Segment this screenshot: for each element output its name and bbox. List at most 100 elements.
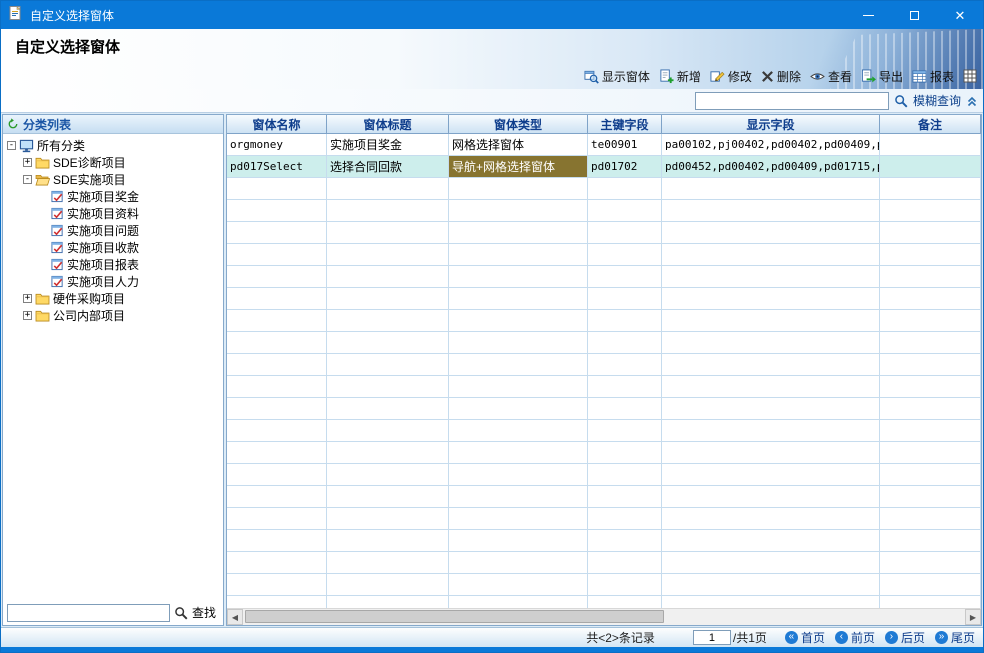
grid-empty-row[interactable] xyxy=(227,596,981,608)
grid-cell[interactable]: 选择合同回款 xyxy=(327,156,449,178)
grid-cell[interactable]: pd00452,pd00402,pd00409,pd01715,pd01 xyxy=(662,156,880,178)
scrollbar-thumb[interactable] xyxy=(245,610,664,623)
window-title: 自定义选择窗体 xyxy=(30,7,114,24)
grid-cell xyxy=(662,178,880,200)
grid-cell[interactable]: orgmoney xyxy=(227,134,327,156)
grid-icon xyxy=(963,69,977,83)
maximize-button[interactable] xyxy=(891,1,937,29)
grid-empty-row[interactable] xyxy=(227,442,981,464)
search-input[interactable] xyxy=(695,92,889,110)
report-button[interactable]: 报表 xyxy=(912,68,954,85)
tree-expander-icon[interactable]: - xyxy=(23,175,32,184)
grid-cell xyxy=(662,574,880,596)
find-icon[interactable] xyxy=(174,606,188,620)
tree-item[interactable]: 实施项目奖金 xyxy=(3,188,223,205)
nav-first-button[interactable]: «首页 xyxy=(785,629,825,646)
export-button[interactable]: 导出 xyxy=(861,68,903,85)
grid-empty-row[interactable] xyxy=(227,376,981,398)
delete-button[interactable]: 删除 xyxy=(761,68,801,85)
column-header[interactable]: 显示字段 xyxy=(662,115,880,134)
grid-empty-row[interactable] xyxy=(227,354,981,376)
grid-cell[interactable]: pd017Select xyxy=(227,156,327,178)
scroll-right-arrow[interactable]: ▶ xyxy=(965,609,981,625)
column-header[interactable]: 窗体名称 xyxy=(227,115,327,134)
collapse-chevrons-icon[interactable] xyxy=(966,95,978,107)
prev-page-icon: ‹ xyxy=(835,631,848,644)
grid-cell[interactable]: pd01702 xyxy=(588,156,662,178)
tree-item[interactable]: +公司内部项目 xyxy=(3,307,223,324)
column-header[interactable]: 窗体标题 xyxy=(327,115,449,134)
grid-empty-row[interactable] xyxy=(227,486,981,508)
form-icon xyxy=(51,275,64,288)
fuzzy-query-label[interactable]: 模糊查询 xyxy=(913,92,961,109)
grid-menu-button[interactable] xyxy=(963,69,977,83)
tree-expander-icon[interactable]: + xyxy=(23,158,32,167)
column-header[interactable]: 主键字段 xyxy=(588,115,662,134)
nav-prev-button[interactable]: ‹前页 xyxy=(835,629,875,646)
tree-item[interactable]: +硬件采购项目 xyxy=(3,290,223,307)
close-button[interactable]: ✕ xyxy=(937,1,983,29)
tree-expander-icon[interactable]: + xyxy=(23,311,32,320)
tree-item[interactable]: +SDE诊断项目 xyxy=(3,154,223,171)
grid-cell[interactable] xyxy=(880,156,981,178)
tree-item[interactable]: 实施项目资料 xyxy=(3,205,223,222)
tree-item[interactable]: -SDE实施项目 xyxy=(3,171,223,188)
grid-empty-row[interactable] xyxy=(227,530,981,552)
grid-empty-row[interactable] xyxy=(227,552,981,574)
grid-cell xyxy=(880,486,981,508)
nav-next-button[interactable]: ›后页 xyxy=(885,629,925,646)
tree-item[interactable]: -所有分类 xyxy=(3,137,223,154)
grid-row[interactable]: orgmoney实施项目奖金网格选择窗体te00901pa00102,pj004… xyxy=(227,134,981,156)
grid-empty-row[interactable] xyxy=(227,574,981,596)
grid-cell[interactable]: 实施项目奖金 xyxy=(327,134,449,156)
tree-expander-icon[interactable]: - xyxy=(7,141,16,150)
refresh-icon[interactable] xyxy=(7,118,19,130)
fuzzy-search-icon[interactable] xyxy=(894,94,908,108)
grid-cell xyxy=(662,332,880,354)
grid-cell xyxy=(227,178,327,200)
grid-cell[interactable]: pa00102,pj00402,pd00402,pd00409,pd01 xyxy=(662,134,880,156)
grid-cell[interactable]: 导航+网格选择窗体 xyxy=(449,156,588,178)
grid-cell[interactable] xyxy=(880,134,981,156)
grid-row[interactable]: pd017Select选择合同回款导航+网格选择窗体pd01702pd00452… xyxy=(227,156,981,178)
grid-cell xyxy=(227,288,327,310)
tree-item[interactable]: 实施项目问题 xyxy=(3,222,223,239)
tree-item[interactable]: 实施项目收款 xyxy=(3,239,223,256)
grid-empty-row[interactable] xyxy=(227,266,981,288)
tree-item[interactable]: 实施项目人力 xyxy=(3,273,223,290)
minimize-button[interactable] xyxy=(845,1,891,29)
grid-cell xyxy=(327,266,449,288)
show-form-button[interactable]: 显示窗体 xyxy=(584,68,650,85)
grid-empty-row[interactable] xyxy=(227,464,981,486)
scroll-left-arrow[interactable]: ◀ xyxy=(227,609,243,625)
grid-cell xyxy=(588,574,662,596)
grid-empty-row[interactable] xyxy=(227,420,981,442)
grid-cell[interactable]: 网格选择窗体 xyxy=(449,134,588,156)
grid-cell xyxy=(588,552,662,574)
horizontal-scrollbar[interactable]: ◀ ▶ xyxy=(227,608,981,625)
grid-cell xyxy=(588,596,662,608)
column-header[interactable]: 窗体类型 xyxy=(449,115,588,134)
grid-empty-row[interactable] xyxy=(227,332,981,354)
grid-empty-row[interactable] xyxy=(227,178,981,200)
nav-last-button[interactable]: »尾页 xyxy=(935,629,975,646)
scrollbar-track[interactable] xyxy=(243,609,965,625)
grid-empty-row[interactable] xyxy=(227,200,981,222)
grid-empty-row[interactable] xyxy=(227,244,981,266)
grid-cell[interactable]: te00901 xyxy=(588,134,662,156)
find-input[interactable] xyxy=(7,604,170,622)
find-button[interactable]: 查找 xyxy=(192,604,216,621)
tree-expander-icon[interactable]: + xyxy=(23,294,32,303)
add-button[interactable]: 新增 xyxy=(659,68,701,85)
grid-cell xyxy=(880,266,981,288)
grid-empty-row[interactable] xyxy=(227,288,981,310)
page-input[interactable] xyxy=(693,630,731,645)
grid-empty-row[interactable] xyxy=(227,310,981,332)
tree-item[interactable]: 实施项目报表 xyxy=(3,256,223,273)
grid-empty-row[interactable] xyxy=(227,222,981,244)
edit-button[interactable]: 修改 xyxy=(710,68,752,85)
view-button[interactable]: 查看 xyxy=(810,68,852,85)
column-header[interactable]: 备注 xyxy=(880,115,981,134)
grid-empty-row[interactable] xyxy=(227,398,981,420)
grid-empty-row[interactable] xyxy=(227,508,981,530)
